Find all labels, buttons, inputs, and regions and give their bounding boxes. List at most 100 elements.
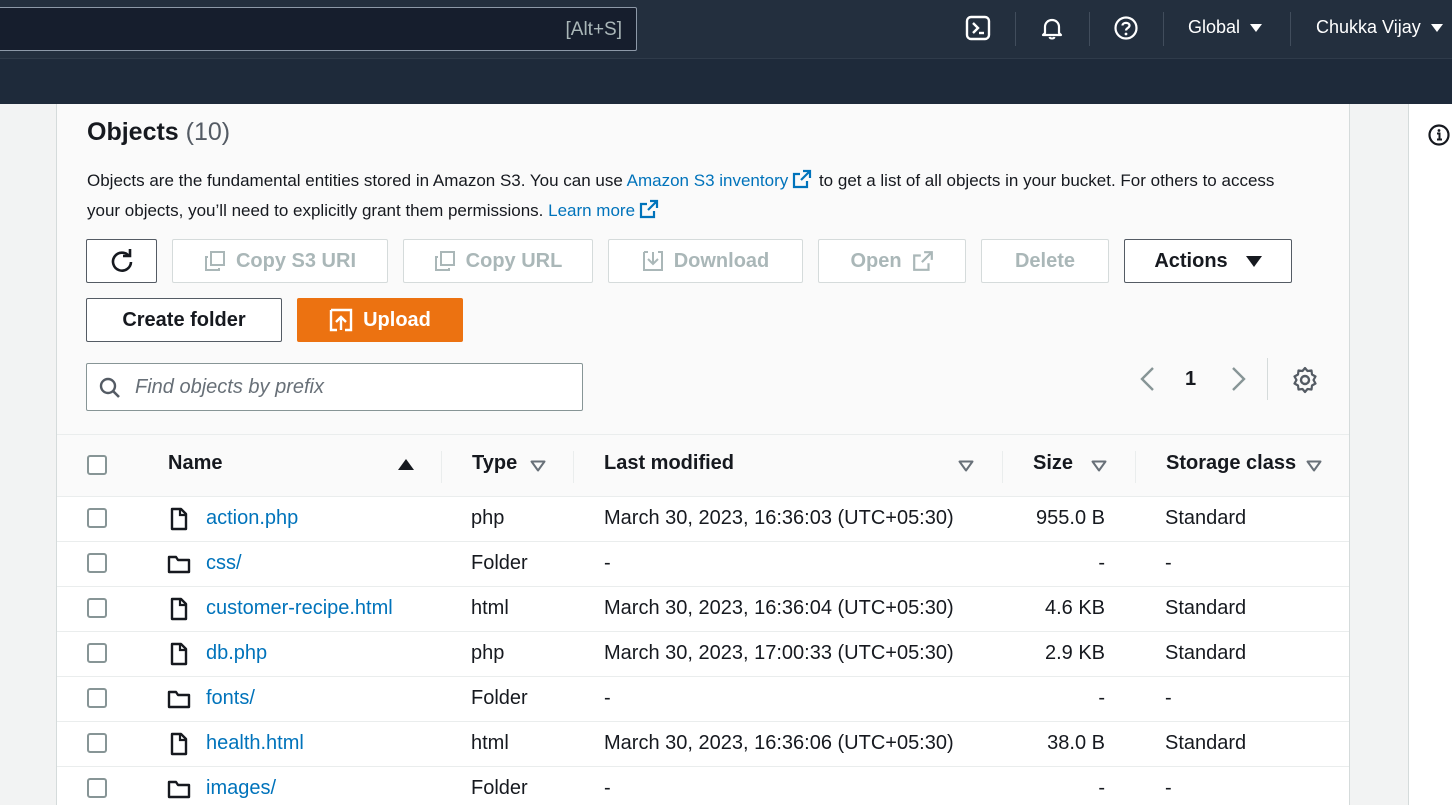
object-last-modified: March 30, 2023, 16:36:06 (UTC+05:30) bbox=[604, 732, 954, 754]
gear-icon[interactable] bbox=[1291, 366, 1319, 394]
column-header-last-modified[interactable]: Last modified bbox=[604, 452, 734, 475]
cloudshell-icon[interactable] bbox=[963, 13, 993, 43]
account-menu[interactable]: Chukka Vijay bbox=[1316, 17, 1443, 38]
object-type: Folder bbox=[471, 687, 528, 709]
object-type: html bbox=[471, 732, 509, 754]
row-checkbox[interactable] bbox=[87, 688, 107, 708]
page-number[interactable]: 1 bbox=[1185, 368, 1196, 391]
row-checkbox[interactable] bbox=[87, 598, 107, 618]
object-name-link[interactable]: db.php bbox=[206, 642, 267, 665]
column-divider bbox=[1135, 451, 1136, 483]
column-header-size[interactable]: Size bbox=[1033, 452, 1073, 475]
find-objects-field[interactable] bbox=[86, 363, 583, 411]
table-row: css/Folder - - - bbox=[57, 542, 1349, 587]
table-row: fonts/Folder - - - bbox=[57, 677, 1349, 722]
table-row: action.php php March 30, 2023, 16:36:03 (U… bbox=[57, 497, 1349, 542]
object-size: 38.0 B bbox=[1047, 732, 1105, 754]
object-name-link[interactable]: customer-recipe.html bbox=[206, 597, 393, 620]
region-label: Global bbox=[1188, 17, 1241, 37]
column-header-storage-class[interactable]: Storage class bbox=[1166, 452, 1296, 475]
sort-icon[interactable] bbox=[1091, 460, 1107, 472]
object-name-link[interactable]: fonts/ bbox=[206, 687, 255, 710]
copy-s3-uri-label: Copy S3 URI bbox=[235, 249, 357, 272]
top-navigation-bar: [Alt+S] Global Chukka Vijay bbox=[0, 0, 1452, 58]
file-icon bbox=[167, 507, 191, 531]
info-icon[interactable] bbox=[1428, 124, 1450, 146]
object-storage-class: - bbox=[1165, 687, 1172, 709]
sort-icon[interactable] bbox=[1306, 460, 1322, 472]
object-size: - bbox=[1098, 552, 1105, 574]
delete-label: Delete bbox=[1014, 249, 1076, 272]
download-button[interactable]: Download bbox=[608, 239, 803, 283]
refresh-button[interactable] bbox=[86, 239, 157, 283]
delete-button[interactable]: Delete bbox=[981, 239, 1109, 283]
create-folder-label: Create folder bbox=[122, 308, 246, 331]
object-type: php bbox=[471, 507, 505, 529]
object-type: Folder bbox=[471, 552, 528, 574]
column-header-type[interactable]: Type bbox=[472, 452, 517, 475]
table-row: health.html html March 30, 2023, 16:36:06 … bbox=[57, 722, 1349, 767]
copy-s3-uri-button[interactable]: Copy S3 URI bbox=[172, 239, 388, 283]
external-link-icon bbox=[639, 199, 659, 219]
row-checkbox[interactable] bbox=[87, 553, 107, 573]
object-size: - bbox=[1098, 687, 1105, 709]
learn-more-link[interactable]: Learn more bbox=[548, 201, 635, 220]
upload-label: Upload bbox=[363, 308, 431, 331]
table-row: customer-recipe.html html March 30, 2023, … bbox=[57, 587, 1349, 632]
upload-button[interactable]: Upload bbox=[297, 298, 463, 342]
nav-divider bbox=[1163, 12, 1164, 46]
sort-icon[interactable] bbox=[530, 460, 546, 472]
folder-icon bbox=[167, 552, 191, 576]
objects-title: Objects bbox=[87, 118, 179, 146]
download-icon bbox=[642, 251, 663, 271]
region-selector[interactable]: Global bbox=[1188, 17, 1263, 38]
select-all-checkbox[interactable] bbox=[87, 455, 107, 475]
object-size: 955.0 B bbox=[1036, 507, 1105, 529]
copy-icon bbox=[204, 251, 225, 271]
column-header-name[interactable]: Name bbox=[168, 452, 222, 475]
copy-url-button[interactable]: Copy URL bbox=[403, 239, 593, 283]
object-storage-class: Standard bbox=[1165, 597, 1247, 619]
tools-panel bbox=[1409, 104, 1452, 805]
sort-ascending-icon[interactable] bbox=[398, 459, 414, 470]
object-size: - bbox=[1098, 777, 1105, 799]
file-icon bbox=[167, 642, 191, 666]
next-page-icon[interactable] bbox=[1226, 366, 1250, 392]
find-objects-input[interactable] bbox=[135, 370, 565, 404]
row-checkbox[interactable] bbox=[87, 643, 107, 663]
previous-page-icon[interactable] bbox=[1136, 366, 1160, 392]
object-name-link[interactable]: action.php bbox=[206, 507, 298, 530]
search-icon bbox=[99, 377, 120, 398]
external-link-icon bbox=[912, 251, 933, 271]
object-storage-class: Standard bbox=[1165, 642, 1247, 664]
notifications-bell-icon[interactable] bbox=[1037, 13, 1067, 43]
object-name-link[interactable]: health.html bbox=[206, 732, 304, 755]
object-name-link[interactable]: css/ bbox=[206, 552, 242, 575]
secondary-nav-bar bbox=[0, 58, 1452, 104]
external-link-icon bbox=[793, 169, 812, 189]
object-last-modified: - bbox=[604, 552, 611, 574]
sort-icon[interactable] bbox=[958, 460, 974, 472]
search-shortcut-hint: [Alt+S] bbox=[565, 19, 623, 40]
row-checkbox[interactable] bbox=[87, 733, 107, 753]
object-type: html bbox=[471, 597, 509, 619]
copy-icon bbox=[434, 251, 455, 271]
actions-dropdown[interactable]: Actions bbox=[1124, 239, 1292, 283]
row-checkbox[interactable] bbox=[87, 778, 107, 798]
description-text: Objects are the fundamental entities sto… bbox=[87, 171, 627, 190]
help-icon[interactable] bbox=[1111, 13, 1141, 43]
objects-heading: Objects (10) bbox=[87, 118, 230, 147]
caret-down-icon bbox=[1245, 255, 1262, 267]
global-search-box[interactable]: [Alt+S] bbox=[0, 7, 637, 51]
table-row: db.php php March 30, 2023, 17:00:33 (UTC+0… bbox=[57, 632, 1349, 677]
open-button[interactable]: Open bbox=[818, 239, 966, 283]
object-name-link[interactable]: images/ bbox=[206, 777, 276, 800]
pager-divider bbox=[1267, 358, 1268, 400]
s3-inventory-link[interactable]: Amazon S3 inventory bbox=[627, 171, 789, 190]
copy-url-label: Copy URL bbox=[465, 249, 563, 272]
upload-icon bbox=[329, 308, 353, 332]
object-storage-class: - bbox=[1165, 777, 1172, 799]
create-folder-button[interactable]: Create folder bbox=[86, 298, 282, 342]
row-checkbox[interactable] bbox=[87, 508, 107, 528]
object-storage-class: Standard bbox=[1165, 507, 1247, 529]
